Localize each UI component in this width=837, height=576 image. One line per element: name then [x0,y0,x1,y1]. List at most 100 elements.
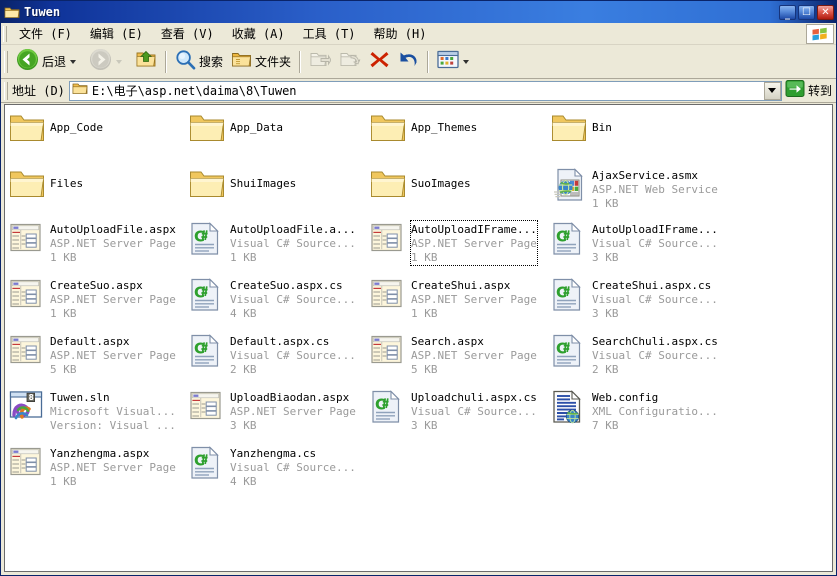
address-bar: 地址 (D) E:\电子\asp.net\daima\8\Tuwen 转到 [1,79,836,103]
menu-file[interactable]: 文件 (F) [10,22,81,45]
file-item[interactable]: C AutoUploadFile.a... Visual C# Source... 1… [189,221,367,271]
file-item-text: UploadBiaodan.aspx ASP.NET Server Page 3 K… [230,389,356,433]
file-type: Visual C# Source... [411,405,537,418]
file-size: 3 KB [230,419,257,432]
file-item-text: CreateSuo.aspx ASP.NET Server Page 1 KB [50,277,176,321]
menu-favorites[interactable]: 收藏 (A) [223,22,294,45]
file-item-text: CreateSuo.aspx.cs Visual C# Source... 4 KB [230,277,356,321]
file-type: ASP.NET Server Page [411,237,537,250]
toolbar: 后退 搜索 文件夹 [1,45,836,79]
file-type: Visual C# Source... [592,293,718,306]
file-name: Yanzhengma.cs [230,447,317,460]
file-size: Version: Visual ... [50,419,176,432]
views-dropdown-icon[interactable] [463,59,470,64]
file-type: XML Configuratio... [592,405,718,418]
close-button[interactable]: ✕ [817,4,834,20]
views-button[interactable] [433,48,478,76]
file-item[interactable]: C SearchChuli.aspx.cs Visual C# Source... 2… [551,333,729,383]
address-dropdown-button[interactable] [763,81,781,100]
file-name: App_Code [50,121,103,134]
file-item-text: Yanzhengma.cs Visual C# Source... 4 KB [230,445,356,489]
file-item[interactable]: C Default.aspx.cs Visual C# Source... 2 KB [189,333,367,383]
file-item[interactable]: AutoUploadIFrame... ASP.NET Server Page 1 … [370,220,548,271]
forward-button[interactable] [85,48,131,76]
file-size: 7 KB [592,419,619,432]
cs-icon: C [551,334,587,370]
file-type: ASP.NET Server Page [230,405,356,418]
file-item[interactable]: Web.config XML Configuratio... 7 KB [551,389,729,439]
go-label: 转到 [807,84,832,98]
file-item[interactable]: App_Code [9,111,187,161]
minimize-button[interactable]: _ [779,4,796,20]
file-size: 2 KB [230,363,257,376]
file-type: ASP.NET Server Page [50,461,176,474]
file-item[interactable]: UploadBiaodan.aspx ASP.NET Server Page 3 K… [189,389,367,439]
file-item[interactable]: 8 Tuwen.sln Microsoft Visual... Version: Vi… [9,389,187,439]
file-item[interactable]: SuoImages [370,167,548,217]
folders-button[interactable]: 文件夹 [227,48,295,76]
addressbar-grip[interactable] [4,81,8,100]
toolbar-separator-1 [165,50,168,73]
file-size: 1 KB [50,307,77,320]
folder-icon [4,5,20,19]
file-item[interactable]: CreateSuo.aspx ASP.NET Server Page 1 KB [9,277,187,327]
file-item[interactable]: Default.aspx ASP.NET Server Page 5 KB [9,333,187,383]
file-item[interactable]: Search.aspx ASP.NET Server Page 5 KB [370,333,548,383]
file-list-pane[interactable]: App_Code App_Data App_Themes Bin Files ShuiIm… [4,104,833,572]
file-item[interactable]: C Yanzhengma.cs Visual C# Source... 4 KB [189,445,367,495]
file-item[interactable]: CreateShui.aspx ASP.NET Server Page 1 KB [370,277,548,327]
file-item[interactable]: AutoUploadFile.aspx ASP.NET Server Page 1 … [9,221,187,271]
toolbar-grip[interactable] [4,50,8,73]
toolbar-separator-3 [427,50,430,73]
file-name: SearchChuli.aspx.cs [592,335,718,348]
file-item-text: Web.config XML Configuratio... 7 KB [592,389,718,433]
back-button[interactable]: 后退 [12,48,85,76]
forward-dropdown-icon[interactable] [116,59,123,64]
menu-tools[interactable]: 工具 (T) [294,22,365,45]
undo-button[interactable] [394,48,423,76]
file-item-text: AutoUploadIFrame... Visual C# Source... 3 … [592,221,718,265]
file-item[interactable]: ShuiImages [189,167,367,217]
file-item-text: AutoUploadIFrame... ASP.NET Server Page 1 … [410,220,538,266]
file-item[interactable]: App_Themes [370,111,548,161]
delete-button[interactable] [365,48,394,76]
maximize-button[interactable]: ☐ [798,4,815,20]
file-item[interactable]: Yanzhengma.aspx ASP.NET Server Page 1 KB [9,445,187,495]
up-button[interactable] [131,48,161,76]
file-name: Default.aspx [50,335,130,348]
file-item[interactable]: C AutoUploadIFrame... Visual C# Source... 3… [551,221,729,271]
file-item[interactable]: C CreateSuo.aspx.cs Visual C# Source... 4 K… [189,277,367,327]
back-dropdown-icon[interactable] [70,59,77,64]
file-item[interactable]: Files [9,167,187,217]
views-icon [437,50,459,74]
file-size: 1 KB [50,475,77,488]
file-item[interactable]: C CreateShui.aspx.cs Visual C# Source... 3 … [551,277,729,327]
aspx-icon [9,446,45,482]
folders-icon [231,50,252,74]
back-arrow-icon [16,48,39,76]
menu-view[interactable]: 查看 (V) [152,22,223,45]
search-label: 搜索 [199,55,224,69]
copy-to-button[interactable] [335,48,365,76]
cs-icon: C [551,222,587,258]
file-item[interactable]: App_Data [189,111,367,161]
address-input[interactable]: E:\电子\asp.net\daima\8\Tuwen [68,80,782,101]
file-name: Yanzhengma.aspx [50,447,150,460]
minimize-icon: _ [785,8,790,20]
go-button[interactable]: 转到 [782,79,836,102]
menu-edit[interactable]: 编辑 (E) [81,22,152,45]
menubar-grip[interactable] [3,25,7,42]
menu-help[interactable]: 帮助 (H) [365,22,436,45]
file-item[interactable]: Bin [551,111,729,161]
file-item-text: CreateShui.aspx.cs Visual C# Source... 3 K… [592,277,718,321]
file-item[interactable]: C Uploadchuli.aspx.cs Visual C# Source... 3… [370,389,548,439]
aspx-icon [370,334,406,370]
search-button[interactable]: 搜索 [171,48,227,76]
file-item-text: Yanzhengma.aspx ASP.NET Server Page 1 KB [50,445,176,489]
file-name: AutoUploadFile.a... [230,223,356,236]
file-item[interactable]: AjaxService.asmx ASP.NET Web Service 1 KB [551,167,729,217]
undo-arrow-icon [398,49,419,75]
file-type: Visual C# Source... [230,293,356,306]
file-item-text: Default.aspx ASP.NET Server Page 5 KB [50,333,176,377]
move-to-button[interactable] [305,48,335,76]
